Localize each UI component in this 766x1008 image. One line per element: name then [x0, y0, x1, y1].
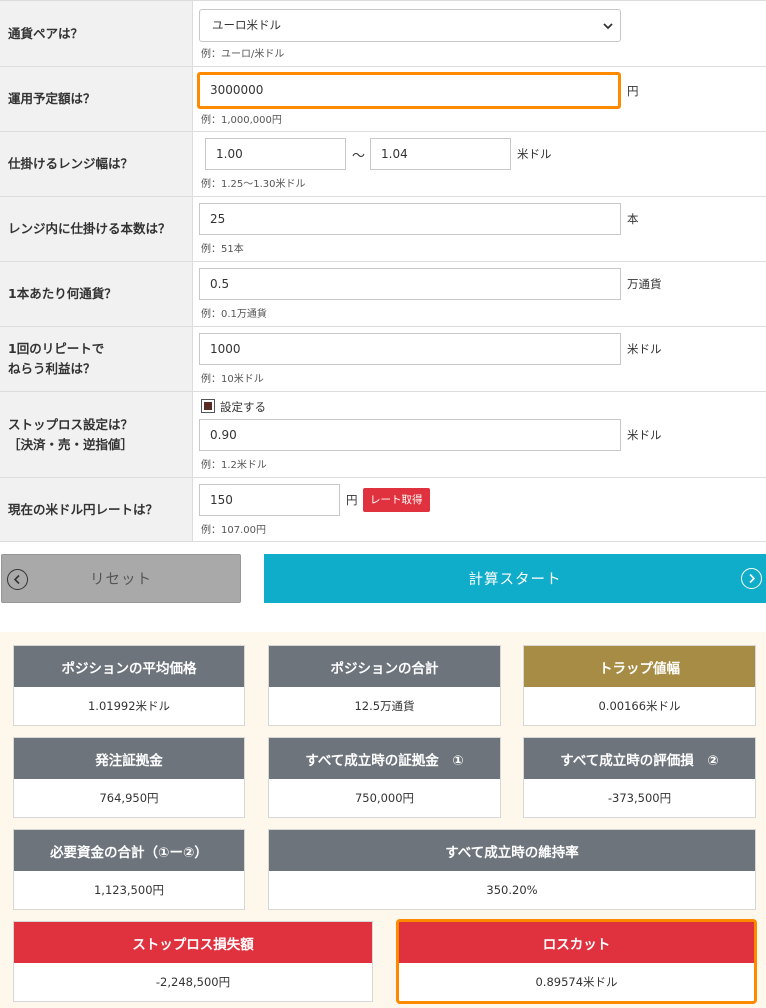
row-rate: 現在の米ドル円レートは？ 150 円 レート取得 例：107.00円	[0, 478, 766, 542]
result-trap-width: トラップ値幅 0.00166米ドル	[523, 645, 756, 726]
row-profit: 1回のリピートで ねらう利益は？ 1000 米ドル 例：10米ドル	[0, 327, 766, 392]
result-all-fill-eval-loss: すべて成立時の評価損 ② -373,500円	[523, 737, 756, 818]
stoploss-input[interactable]: 0.90	[199, 419, 621, 451]
result-stoploss-amount: ストップロス損失額 -2,248,500円	[13, 921, 373, 1002]
profit-unit: 米ドル	[627, 342, 662, 356]
result-order-margin: 発注証拠金 764,950円	[13, 737, 245, 818]
example-rate: 例：107.00円	[201, 525, 266, 536]
row-count: レンジ内に仕掛ける本数は？ 25 本 例：51本	[0, 197, 766, 262]
row-capital: 運用予定額は？ 3000000 円 例：1,000,000円	[0, 67, 766, 132]
label-capital: 運用予定額は？	[0, 67, 193, 131]
rate-unit: 円	[346, 493, 358, 507]
example-range: 例：1.25〜1.30米ドル	[201, 179, 306, 190]
result-required-total: 必要資金の合計（①ー②） 1,123,500円	[13, 829, 245, 910]
result-all-fill-eval-loss-value: -373,500円	[607, 791, 672, 805]
result-required-total-value: 1,123,500円	[93, 883, 165, 897]
example-profit: 例：10米ドル	[201, 374, 264, 385]
results-panel: ポジションの平均価格 1.01992米ドル ポジションの合計 12.5万通貨 ト…	[0, 632, 766, 1008]
get-rate-button[interactable]: レート取得	[363, 488, 430, 512]
result-avg-price-title: ポジションの平均価格	[14, 646, 244, 687]
label-stoploss-line1: ストップロス設定は？	[8, 416, 134, 432]
lot-unit: 万通貨	[627, 277, 662, 291]
result-maintenance-rate-title: すべて成立時の維持率	[269, 830, 755, 871]
label-lot: 1本あたり何通貨？	[0, 262, 193, 326]
profit-input[interactable]: 1000	[199, 333, 621, 365]
result-stoploss-amount-title: ストップロス損失額	[14, 922, 372, 963]
stoploss-checkbox[interactable]	[201, 399, 215, 413]
reset-button-label: リセット	[90, 572, 152, 588]
calculate-start-label: 計算スタート	[468, 572, 562, 588]
stoploss-unit: 米ドル	[627, 428, 662, 442]
count-input[interactable]: 25	[199, 203, 621, 235]
range-unit: 米ドル	[517, 147, 552, 161]
label-profit: 1回のリピートで ねらう利益は？	[0, 327, 193, 391]
label-profit-line2: ねらう利益は？	[8, 361, 96, 376]
range-tilde: 〜	[352, 149, 366, 164]
row-lot: 1本あたり何通貨？ 0.5 万通貨 例：0.1万通貨	[0, 262, 766, 327]
result-maintenance-rate-value: 350.20%	[486, 883, 538, 897]
currency-pair-select[interactable]: ユーロ米ドル	[199, 9, 621, 42]
label-rate: 現在の米ドル円レートは？	[0, 478, 193, 541]
calculate-start-button[interactable]: 計算スタート	[264, 554, 766, 603]
example-stoploss: 例：1.2米ドル	[201, 460, 267, 471]
example-currency-pair: 例：ユーロ/米ドル	[201, 49, 285, 60]
result-maintenance-rate: すべて成立時の維持率 350.20%	[268, 829, 756, 910]
stoploss-checkbox-label: 設定する	[220, 400, 266, 414]
result-all-fill-eval-loss-title: すべて成立時の評価損 ②	[524, 738, 755, 779]
result-losscut-title: ロスカット	[399, 922, 754, 963]
example-capital: 例：1,000,000円	[201, 115, 282, 126]
chevron-left-circle-icon	[7, 569, 28, 590]
range-low-input[interactable]: 1.00	[205, 138, 346, 170]
example-count: 例：51本	[201, 244, 244, 255]
result-losscut-value: 0.89574米ドル	[535, 975, 618, 989]
result-losscut: ロスカット 0.89574米ドル	[396, 919, 757, 1004]
capital-input[interactable]: 3000000	[197, 72, 621, 109]
result-all-fill-margin-value: 750,000円	[354, 791, 415, 805]
result-position-total: ポジションの合計 12.5万通貨	[268, 645, 501, 726]
rate-input[interactable]: 150	[199, 484, 340, 516]
result-order-margin-value: 764,950円	[99, 791, 159, 805]
reset-button[interactable]: リセット	[1, 554, 241, 603]
label-range: 仕掛けるレンジ幅は？	[0, 132, 193, 196]
result-position-total-value: 12.5万通貨	[354, 699, 415, 713]
result-all-fill-margin-title: すべて成立時の証拠金 ①	[269, 738, 500, 779]
chevron-down-icon	[603, 23, 613, 30]
result-position-total-title: ポジションの合計	[269, 646, 500, 687]
result-avg-price-value: 1.01992米ドル	[87, 699, 171, 713]
capital-unit: 円	[627, 84, 639, 98]
result-trap-width-title: トラップ値幅	[524, 646, 755, 687]
row-range: 仕掛けるレンジ幅は？ 1.00 〜 1.04 米ドル 例：1.25〜1.30米ド…	[0, 132, 766, 197]
count-unit: 本	[627, 212, 639, 226]
currency-pair-value: ユーロ米ドル	[212, 18, 281, 32]
chevron-right-circle-icon	[741, 568, 762, 589]
lot-input[interactable]: 0.5	[199, 268, 621, 300]
result-trap-width-value: 0.00166米ドル	[598, 699, 681, 713]
label-profit-line1: 1回のリピートで	[8, 341, 105, 356]
label-count: レンジ内に仕掛ける本数は？	[0, 197, 193, 261]
result-required-total-title: 必要資金の合計（①ー②）	[14, 830, 244, 871]
label-currency-pair: 通貨ペアは？	[0, 1, 193, 66]
result-order-margin-title: 発注証拠金	[14, 738, 244, 779]
label-stoploss: ストップロス設定は？ ［決済・売・逆指値］	[0, 392, 193, 477]
label-stoploss-line2: ［決済・売・逆指値］	[8, 436, 134, 452]
simulation-form: 通貨ペアは？ ユーロ米ドル 例：ユーロ/米ドル 運用予定額は？ 3000000 …	[0, 0, 766, 542]
range-high-input[interactable]: 1.04	[370, 138, 511, 170]
row-stoploss: ストップロス設定は？ ［決済・売・逆指値］ 設定する 0.90 米ドル 例：1.…	[0, 392, 766, 478]
example-lot: 例：0.1万通貨	[201, 309, 267, 320]
row-currency-pair: 通貨ペアは？ ユーロ米ドル 例：ユーロ/米ドル	[0, 1, 766, 67]
result-stoploss-amount-value: -2,248,500円	[155, 975, 231, 989]
result-all-fill-margin: すべて成立時の証拠金 ① 750,000円	[268, 737, 501, 818]
result-avg-price: ポジションの平均価格 1.01992米ドル	[13, 645, 245, 726]
